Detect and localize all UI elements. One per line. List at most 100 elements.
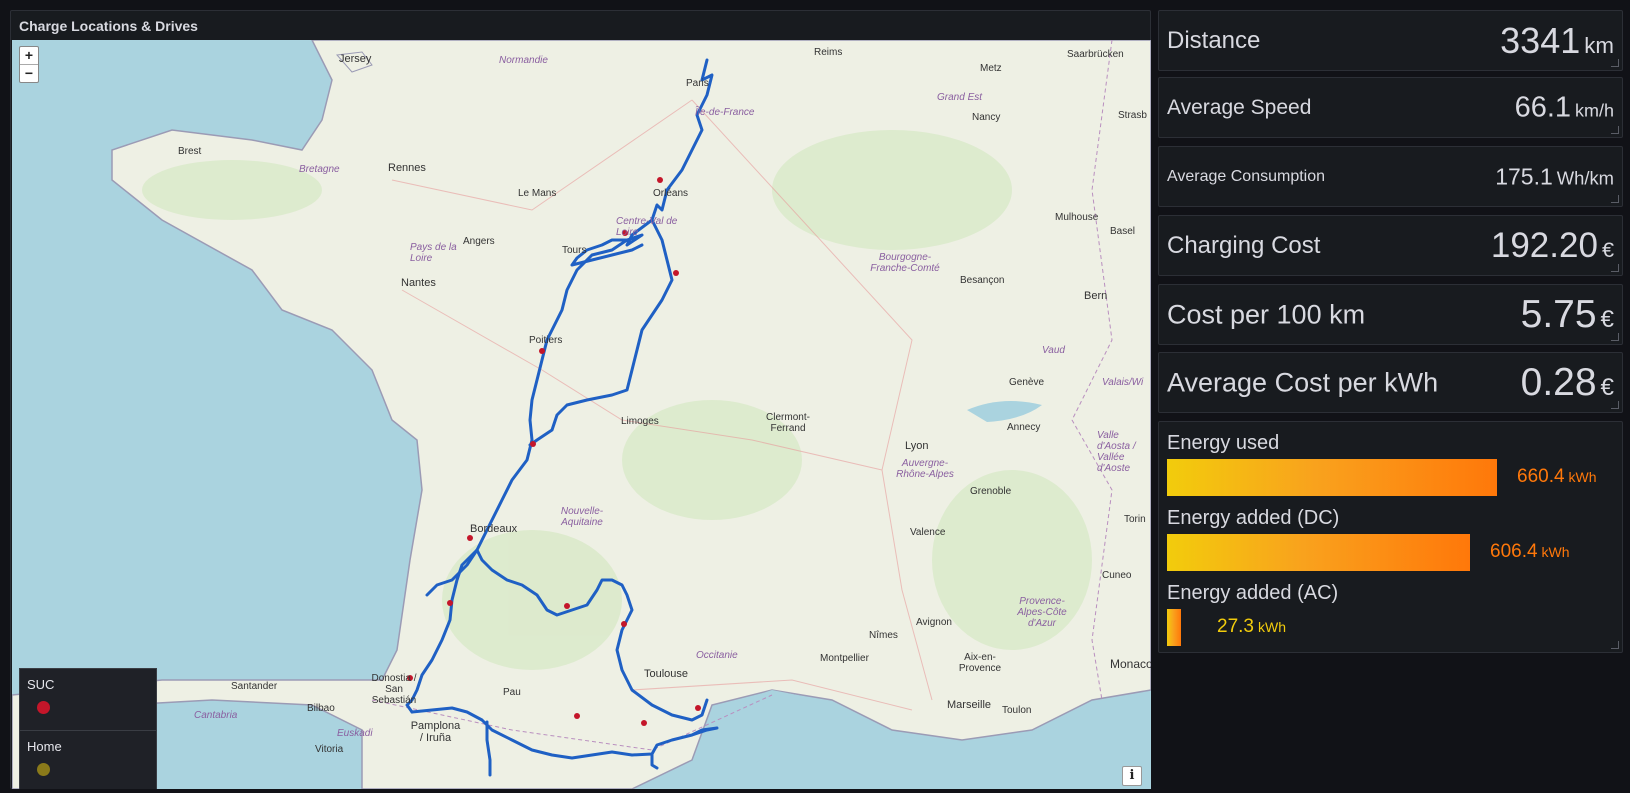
map-label-pays-de-la-loire: Pays de la Loire (410, 242, 457, 264)
bar-unit: kWh (1568, 469, 1597, 485)
stat-value: 66.1 km/h (1515, 91, 1614, 124)
stat-average-consumption[interactable]: Average Consumption 175.1 Wh/km (1158, 146, 1623, 207)
stat-value: 5.75 € (1521, 293, 1614, 337)
stat-cost-per-100km[interactable]: Cost per 100 km 5.75 € (1158, 284, 1623, 345)
bar-unit: kWh (1257, 619, 1286, 635)
map-label-valais: Valais/Wi (1102, 377, 1144, 388)
stat-value: 3341 km (1500, 20, 1614, 62)
bar-unit: kWh (1541, 544, 1570, 560)
map-label-centre-val-de-loire: Centre-Val de Loire (616, 216, 678, 238)
map-label-orleans: Orléans (653, 188, 689, 199)
bar-energy-used (1167, 459, 1497, 496)
map[interactable]: Jersey Normandie Paris Reims Metz Saarbr… (12, 40, 1151, 789)
legend-item-suc[interactable]: SUC (20, 669, 156, 730)
legend-label: SUC (27, 677, 55, 692)
stat-average-cost-per-kwh[interactable]: Average Cost per kWh 0.28 € (1158, 352, 1623, 413)
map-label-auvergne: Auvergne-Rhône-Alpes (896, 458, 954, 480)
map-label-donostia: Donostia / San Sebastián (371, 673, 417, 706)
map-label-annecy: Annecy (1007, 422, 1041, 433)
map-label-bretagne: Bretagne (299, 164, 340, 175)
bar-fill (1167, 609, 1181, 646)
map-label-pau: Pau (503, 687, 521, 698)
stat-number: 175.1 (1495, 163, 1553, 189)
map-label-jersey: Jersey (339, 53, 372, 65)
map-label-vitoria: Vitoria (315, 744, 344, 755)
map-label-normandie: Normandie (499, 55, 548, 66)
resize-handle-icon[interactable] (1611, 401, 1619, 409)
map-panel: Charge Locations & Drives Jersey Normand… (10, 10, 1151, 789)
bar-value-energy-added-ac: 27.3 kWh (1217, 616, 1286, 638)
map-label-brest: Brest (178, 146, 202, 157)
resize-handle-icon[interactable] (1611, 264, 1619, 272)
stat-number: 66.1 (1514, 91, 1572, 123)
stat-unit: km/h (1575, 100, 1614, 120)
map-label-besancon: Besançon (960, 275, 1005, 286)
energy-bar-gauge[interactable]: Energy used 660.4 kWh Energy added (DC) 6… (1158, 421, 1623, 653)
stat-label: Average Cost per kWh (1167, 367, 1439, 397)
map-label-ile-de-france: Île-de-France (695, 107, 755, 118)
map-label-aix: Aix-en-Provence (958, 652, 1002, 674)
map-label-paris: Paris (686, 78, 709, 89)
zoom-out-button[interactable]: − (20, 64, 38, 82)
bar-fill (1167, 534, 1470, 571)
legend-label: Home (27, 739, 62, 754)
map-label-cuneo: Cuneo (1102, 570, 1132, 581)
map-label-bordeaux: Bordeaux (470, 523, 518, 535)
map-label-nancy: Nancy (972, 112, 1001, 123)
resize-handle-icon[interactable] (1611, 641, 1619, 649)
map-label-toulon: Toulon (1002, 705, 1032, 716)
map-label-santander: Santander (231, 681, 278, 692)
bar-value-energy-added-dc: 606.4 kWh (1490, 541, 1570, 563)
map-label-metz: Metz (980, 63, 1002, 74)
bar-number: 606.4 (1490, 541, 1538, 562)
resize-handle-icon[interactable] (1611, 195, 1619, 203)
resize-handle-icon[interactable] (1611, 333, 1619, 341)
map-label-bourgogne: Bourgogne-Franche-Comté (870, 252, 940, 274)
map-label-monaco: Monaco (1110, 657, 1151, 671)
bar-value-energy-used: 660.4 kWh (1517, 466, 1597, 488)
map-label-cantabria: Cantabria (194, 710, 238, 721)
map-label-bern: Bern (1084, 290, 1108, 302)
map-label-geneve: Genève (1009, 377, 1045, 388)
map-label-nimes: Nîmes (869, 630, 898, 641)
map-label-limoges: Limoges (621, 416, 659, 427)
map-label-basel: Basel (1110, 226, 1136, 237)
map-label-occitanie: Occitanie (696, 650, 738, 661)
bar-number: 660.4 (1517, 466, 1565, 487)
map-label-mulhouse: Mulhouse (1055, 212, 1099, 223)
stat-value: 0.28 € (1521, 361, 1614, 405)
map-label-clermont: Clermont-Ferrand (766, 412, 810, 434)
map-label-tours: Tours (562, 245, 587, 256)
bar-energy-added-dc (1167, 534, 1470, 571)
stat-label: Cost per 100 km (1167, 299, 1366, 329)
resize-handle-icon[interactable] (1611, 126, 1619, 134)
map-label-torino: Torin (1124, 514, 1146, 525)
stat-unit: Wh/km (1556, 167, 1614, 188)
map-label-reims: Reims (814, 47, 843, 58)
stat-label: Distance (1167, 26, 1261, 54)
map-label-saarbrucken: Saarbrücken (1067, 49, 1124, 60)
map-label-nouvelle-aquitaine: Nouvelle-Aquitaine (560, 506, 604, 528)
resize-handle-icon[interactable] (1611, 59, 1619, 67)
bar-label-energy-added-dc: Energy added (DC) (1167, 507, 1340, 529)
stat-average-speed[interactable]: Average Speed 66.1 km/h (1158, 77, 1623, 138)
stat-number: 0.28 (1520, 360, 1597, 404)
stat-number: 5.75 (1520, 292, 1597, 336)
map-label-strasbourg: Strasb (1118, 110, 1147, 121)
map-label-valence: Valence (910, 527, 946, 538)
stat-unit: € (1600, 305, 1614, 333)
zoom-in-button[interactable]: + (20, 47, 38, 64)
legend-item-home[interactable]: Home (20, 730, 156, 789)
map-label-poitiers: Poitiers (529, 335, 563, 346)
stat-unit: km (1584, 32, 1614, 58)
map-label-valle-aosta: Valle d'Aosta / Vallée d'Aoste (1097, 430, 1136, 474)
bar-number: 27.3 (1217, 616, 1254, 637)
stat-value: 192.20 € (1491, 226, 1614, 266)
map-label-pamplona: Pamplona / Iruña (410, 720, 461, 744)
map-label-montpellier: Montpellier (820, 653, 869, 664)
map-label-le-mans: Le Mans (518, 188, 557, 199)
stat-charging-cost[interactable]: Charging Cost 192.20 € (1158, 215, 1623, 276)
info-icon[interactable]: i (1122, 766, 1142, 786)
legend-marker-icon (37, 701, 50, 714)
stat-distance[interactable]: Distance 3341 km (1158, 10, 1623, 71)
